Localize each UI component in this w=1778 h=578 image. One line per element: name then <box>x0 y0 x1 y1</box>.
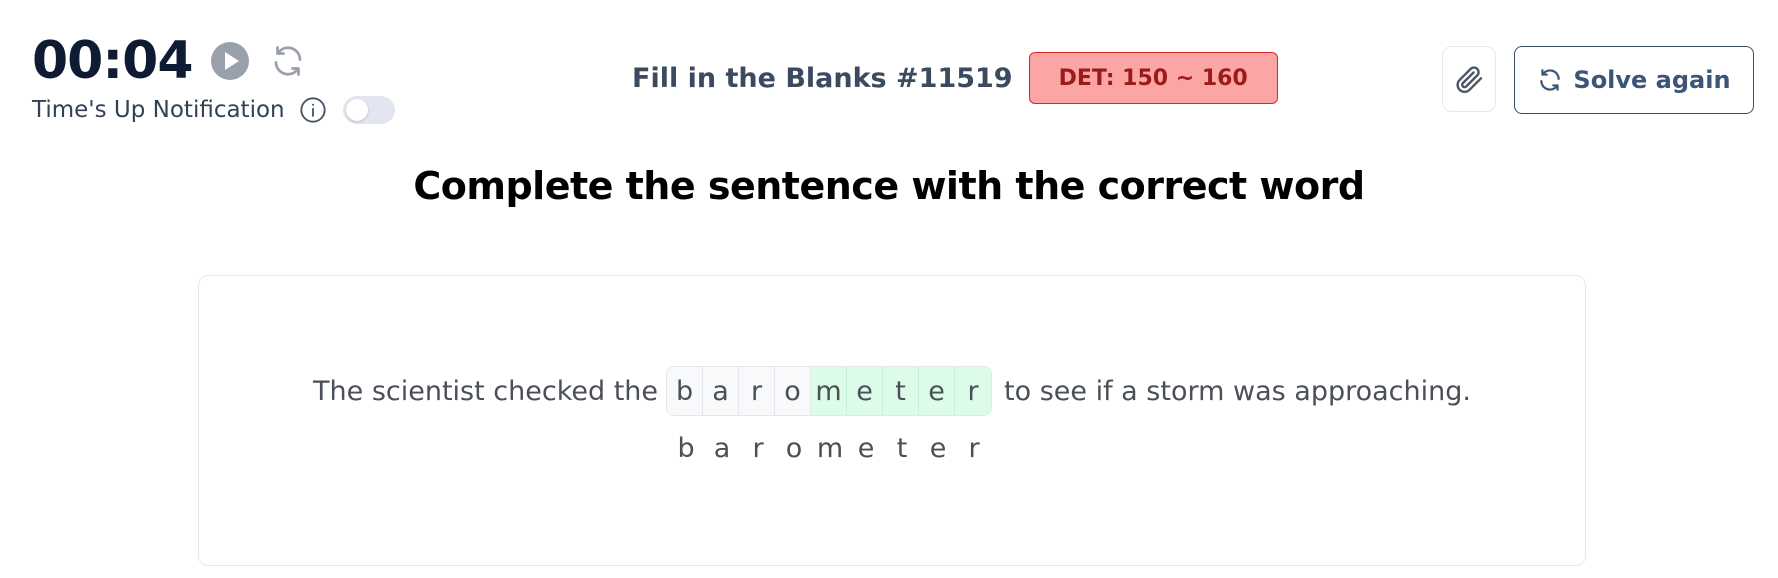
answer-letter: e <box>929 433 947 464</box>
letter-cell[interactable]: r <box>739 367 776 415</box>
letter-cell[interactable]: r <box>955 367 992 415</box>
answer-letter: o <box>785 433 803 464</box>
answer-letter: e <box>857 433 875 464</box>
answer-letter: t <box>896 433 908 464</box>
info-icon[interactable] <box>299 96 327 124</box>
answer-letter: a <box>713 433 731 464</box>
solve-again-button[interactable]: Solve again <box>1514 46 1754 114</box>
sentence-after: to see if a storm was approaching. <box>1004 375 1471 407</box>
fill-in-blanks-page: 00:04 Time's Up Notification Fill in the… <box>0 0 1778 578</box>
sentence-before: The scientist checked the <box>313 375 659 407</box>
letter-cell[interactable]: m <box>811 367 848 415</box>
play-icon <box>224 52 239 70</box>
letter-cell[interactable]: b <box>667 367 704 415</box>
det-score-badge: DET: 150 ~ 160 <box>1028 52 1278 104</box>
refresh-icon <box>1540 69 1561 91</box>
notification-row: Time's Up Notification <box>32 96 395 124</box>
letter-cell[interactable]: t <box>883 367 920 415</box>
answer-letter: m <box>816 433 844 464</box>
answer-letter: r <box>968 433 980 464</box>
timer-controls: 00:04 <box>32 28 309 94</box>
quiz-header: Fill in the Blanks #11519 DET: 150 ~ 160 <box>632 52 1278 104</box>
timer-display: 00:04 <box>32 31 194 91</box>
word-blank[interactable]: barometer <box>666 366 993 416</box>
letter-cell[interactable]: a <box>703 367 740 415</box>
attach-button[interactable] <box>1442 46 1496 112</box>
notification-label: Time's Up Notification <box>32 97 285 123</box>
solve-again-label: Solve again <box>1573 66 1731 94</box>
answer-letter: b <box>677 433 695 464</box>
notification-toggle[interactable] <box>342 96 395 124</box>
paperclip-icon <box>1456 66 1483 93</box>
play-button[interactable] <box>210 42 249 80</box>
instruction-heading: Complete the sentence with the correct w… <box>413 164 1365 208</box>
answer-reveal: barometer <box>668 433 992 464</box>
quiz-title: Fill in the Blanks #11519 <box>632 62 1013 94</box>
letter-cell[interactable]: o <box>775 367 812 415</box>
sentence: The scientist checked the barometer to s… <box>199 366 1585 416</box>
toggle-knob <box>345 99 368 121</box>
reset-timer-button[interactable] <box>267 40 309 82</box>
question-card: The scientist checked the barometer to s… <box>198 275 1586 566</box>
refresh-icon <box>274 46 301 76</box>
letter-cell[interactable]: e <box>919 367 956 415</box>
letter-cell[interactable]: e <box>847 367 884 415</box>
answer-letter: r <box>752 433 764 464</box>
